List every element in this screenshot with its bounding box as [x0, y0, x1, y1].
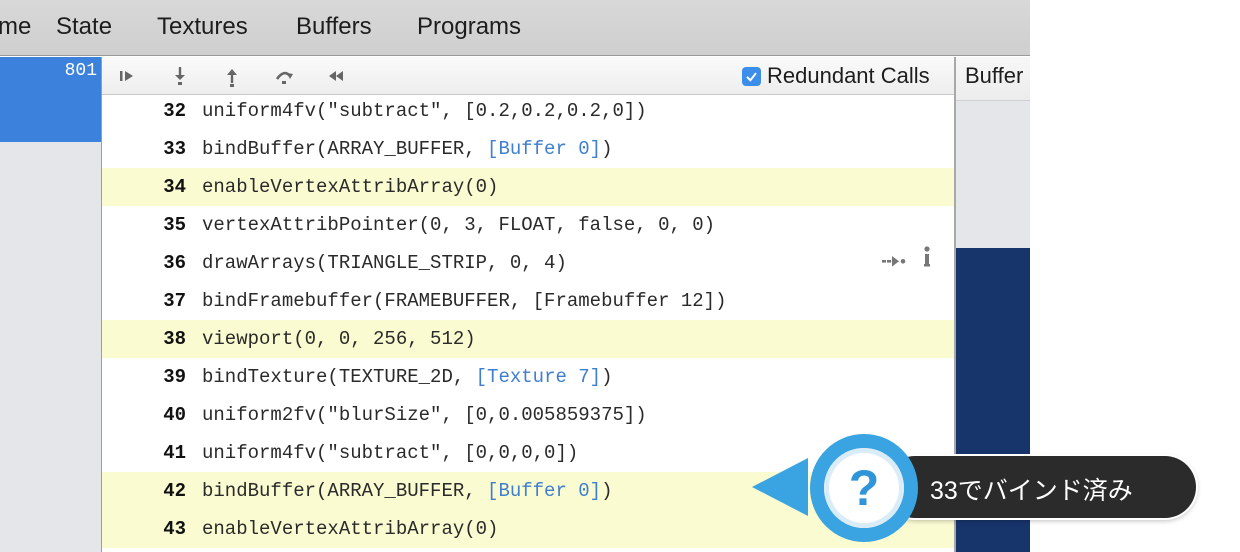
call-text: enableVertexAttribArray(0): [202, 518, 499, 540]
call-text-prefix: bindTexture(TEXTURE_2D,: [202, 366, 476, 388]
call-text-suffix: ): [601, 138, 613, 160]
tab-programs[interactable]: Programs: [417, 13, 521, 41]
call-text: bindTexture(TEXTURE_2D, [Texture 7]): [202, 358, 612, 396]
tab-state[interactable]: State: [56, 13, 112, 41]
tab-bar: me State Textures Buffers Programs: [0, 0, 1030, 56]
frame-list: 801: [0, 57, 101, 552]
call-row[interactable]: 35 vertexAttribPointer(0, 3, FLOAT, fals…: [102, 206, 954, 244]
step-down-icon[interactable]: [168, 64, 192, 88]
line-number: 33: [163, 138, 186, 160]
call-text: uniform4fv("subtract", [0.2,0.2,0.2,0]): [202, 100, 647, 122]
call-row[interactable]: 33 bindBuffer(ARRAY_BUFFER, [Buffer 0]): [102, 130, 954, 168]
play-icon[interactable]: [115, 64, 139, 88]
tooltip-pointer: [752, 458, 808, 516]
buffer-link[interactable]: [Buffer 0]: [487, 138, 601, 160]
call-text-suffix: ): [601, 480, 613, 502]
buffer-panel-header: Buffer: [956, 57, 1030, 101]
line-number: 35: [163, 214, 186, 236]
redundant-call-tooltip[interactable]: 33でバインド済み ?: [752, 432, 1202, 550]
texture-link[interactable]: [Texture 7]: [476, 366, 601, 388]
frame-number: 801: [64, 61, 97, 81]
buffer-panel-title: Buffer: [965, 63, 1024, 88]
call-row[interactable]: 36 drawArrays(TRIANGLE_STRIP, 0, 4): [102, 244, 954, 282]
rewind-icon[interactable]: [324, 64, 348, 88]
goto-icon[interactable]: [882, 244, 908, 282]
info-icon[interactable]: [922, 244, 932, 282]
call-text: enableVertexAttribArray(0): [202, 176, 499, 198]
tab-textures[interactable]: Textures: [157, 13, 248, 41]
call-text: drawArrays(TRIANGLE_STRIP, 0, 4): [202, 252, 567, 274]
checkbox-checked-icon[interactable]: [742, 66, 761, 86]
call-row-redundant[interactable]: 34 enableVertexAttribArray(0): [102, 168, 954, 206]
call-row[interactable]: 39 bindTexture(TEXTURE_2D, [Texture 7]): [102, 358, 954, 396]
tooltip-label: 33でバインド済み: [930, 477, 1133, 505]
line-number: 40: [163, 404, 186, 426]
line-number: 39: [163, 366, 186, 388]
redundant-calls-label: Redundant Calls: [767, 63, 930, 88]
frame-item-selected[interactable]: 801: [0, 57, 101, 142]
line-number: 37: [163, 290, 186, 312]
step-over-icon[interactable]: [272, 64, 296, 88]
call-row[interactable]: 40 uniform2fv("blurSize", [0,0.005859375…: [102, 396, 954, 434]
call-text: bindFramebuffer(FRAMEBUFFER, [Framebuffe…: [202, 290, 727, 312]
call-text: viewport(0, 0, 256, 512): [202, 328, 476, 350]
call-text: bindBuffer(ARRAY_BUFFER, [Buffer 0]): [202, 472, 612, 510]
step-up-icon[interactable]: [220, 64, 244, 88]
tab-buffers[interactable]: Buffers: [296, 13, 372, 41]
buffer-link[interactable]: [Buffer 0]: [487, 480, 601, 502]
call-text-prefix: bindBuffer(ARRAY_BUFFER,: [202, 138, 488, 160]
line-number: 41: [163, 442, 186, 464]
line-number: 32: [163, 100, 186, 122]
row-actions: [882, 244, 932, 282]
call-text: uniform2fv("blurSize", [0,0.005859375]): [202, 404, 647, 426]
call-row[interactable]: 37 bindFramebuffer(FRAMEBUFFER, [Framebu…: [102, 282, 954, 320]
call-text: uniform4fv("subtract", [0,0,0,0]): [202, 442, 579, 464]
tab-frame[interactable]: me: [0, 13, 31, 41]
line-number: 38: [163, 328, 186, 350]
call-row[interactable]: 32 uniform4fv("subtract", [0.2,0.2,0.2,0…: [102, 95, 954, 130]
call-toolbar: Redundant Calls: [102, 57, 954, 95]
redundant-calls-toggle[interactable]: Redundant Calls: [742, 63, 930, 88]
line-number: 34: [163, 176, 186, 198]
line-number: 36: [163, 252, 186, 274]
call-text: vertexAttribPointer(0, 3, FLOAT, false, …: [202, 214, 716, 236]
question-mark-icon: ?: [848, 460, 880, 516]
call-text: bindBuffer(ARRAY_BUFFER, [Buffer 0]): [202, 130, 612, 168]
call-text-suffix: ): [601, 366, 613, 388]
call-row-redundant[interactable]: 38 viewport(0, 0, 256, 512): [102, 320, 954, 358]
call-text-prefix: bindBuffer(ARRAY_BUFFER,: [202, 480, 488, 502]
line-number: 43: [163, 518, 186, 540]
line-number: 42: [163, 480, 186, 502]
